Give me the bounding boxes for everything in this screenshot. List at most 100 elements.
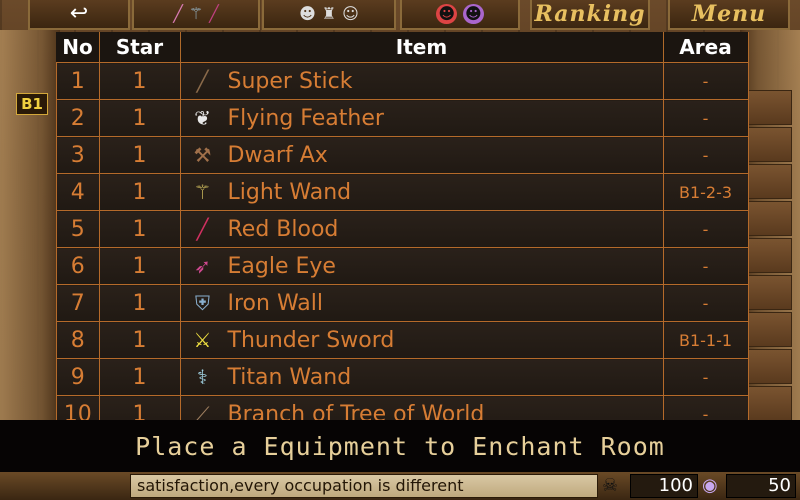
header-area[interactable]: Area [663,32,749,63]
sword-icon: ⚔ [193,328,212,352]
wand-icon: ⚚ [188,4,204,23]
row-star: 1 [98,136,181,174]
ranking-button[interactable]: Ranking [530,0,650,30]
row-star: 1 [98,321,181,359]
table-header-row: No Star Item Area [56,32,749,63]
frog-icon: ☺ [342,4,359,23]
header-no[interactable]: No [56,32,100,63]
row-star: 1 [98,247,181,285]
feather-icon: ❦ [194,106,211,130]
ranking-label: Ranking [534,1,646,27]
table-row[interactable]: 8 1 ⚔ Thunder Sword B1-1-1 [56,321,749,359]
slot [748,201,792,236]
table-row[interactable]: 9 1 ⚕ Titan Wand - [56,358,749,396]
item-name: Dwarf Ax [227,142,328,168]
slot [748,275,792,310]
row-area: B1-1-1 [662,321,749,359]
row-area: - [662,99,749,137]
item-name: Eagle Eye [227,253,336,279]
cat-filter-button[interactable]: ☻ ☻ [400,0,520,30]
row-item[interactable]: ⚔ Thunder Sword [179,321,664,359]
equipment-table: No Star Item Area 1 1 ╱ Super Stick -2 1 ❦ Flyi… [56,32,749,433]
header-star[interactable]: Star [99,32,181,63]
purple-orb-icon: ◉ [702,475,718,496]
row-area: - [662,358,749,396]
spear-icon: ╱ [196,217,209,241]
row-area: - [662,136,749,174]
status-bar: satisfaction,every occupation is differe… [0,472,800,500]
row-no: 7 [56,284,100,322]
robot-icon: ♜ [321,4,337,23]
back-button[interactable]: ↩ [28,0,130,30]
row-star: 1 [98,284,181,322]
row-area: B1-2-3 [662,173,749,211]
message-banner: Place a Equipment to Enchant Room [0,420,800,472]
item-name: Red Blood [227,216,339,242]
row-no: 9 [56,358,100,396]
row-item[interactable]: ➶ Eagle Eye [179,247,664,285]
table-row[interactable]: 3 1 ⚒ Dwarf Ax - [56,136,749,174]
stick-icon: ╱ [196,69,209,93]
table-row[interactable]: 6 1 ➶ Eagle Eye - [56,247,749,285]
row-item[interactable]: ⚚ Light Wand [179,173,664,211]
skull-crossbones-icon: ☠ [602,475,619,496]
axe-icon: ⚒ [193,143,212,167]
slot [748,349,792,384]
table-row[interactable]: 4 1 ⚚ Light Wand B1-2-3 [56,173,749,211]
table-row[interactable]: 2 1 ❦ Flying Feather - [56,99,749,137]
slot [748,127,792,162]
row-item[interactable]: ╱ Red Blood [179,210,664,248]
row-item[interactable]: ⚕ Titan Wand [179,358,664,396]
mana-counter: 50 [726,474,796,498]
row-star: 1 [98,99,181,137]
table-row[interactable]: 1 1 ╱ Super Stick - [56,62,749,100]
item-name: Super Stick [227,68,353,94]
row-star: 1 [98,173,181,211]
row-star: 1 [98,210,181,248]
wand-icon: ⚚ [193,180,212,204]
shield-icon: ⛨ [195,291,210,315]
item-name: Thunder Sword [227,327,395,353]
right-slot-column [748,90,792,423]
row-area: - [662,247,749,285]
item-name: Light Wand [227,179,352,205]
back-arrow-icon: ↩ [69,1,89,26]
row-item[interactable]: ❦ Flying Feather [179,99,664,137]
row-no: 1 [56,62,100,100]
left-parchment-panel [0,30,60,420]
table-row[interactable]: 7 1 ⛨ Iron Wall - [56,284,749,322]
ticker-text: satisfaction,every occupation is differe… [130,474,598,498]
floor-tag[interactable]: B1 [16,93,48,115]
row-item[interactable]: ╱ Super Stick [179,62,664,100]
slot [748,386,792,421]
banner-text: Place a Equipment to Enchant Room [135,431,665,461]
slot [748,164,792,199]
item-name: Iron Wall [227,290,324,316]
table-row[interactable]: 5 1 ╱ Red Blood - [56,210,749,248]
row-no: 6 [56,247,100,285]
spear-icon: ╱ [209,4,219,23]
top-toolbar: ↩ ╱ ⚚ ╱ ☻ ♜ ☺ ☻ ☻ Ranking Menu [0,0,800,32]
weapon-filter-button[interactable]: ╱ ⚚ ╱ [132,0,260,30]
slot [748,312,792,347]
header-item[interactable]: Item [180,32,664,63]
monster-filter-button[interactable]: ☻ ♜ ☺ [262,0,396,30]
row-no: 2 [56,99,100,137]
black-cat-icon: ☻ [436,4,457,24]
row-star: 1 [98,62,181,100]
purple-cat-icon: ☻ [463,4,484,24]
row-area: - [662,284,749,322]
row-no: 4 [56,173,100,211]
row-no: 8 [56,321,100,359]
menu-label: Menu [691,1,767,27]
gold-counter: 100 [630,474,698,498]
skull-cat-icon: ☻ [299,4,316,23]
item-name: Flying Feather [227,105,384,131]
menu-button[interactable]: Menu [668,0,790,30]
staff-icon: ⚕ [197,365,208,389]
slot [748,90,792,125]
row-item[interactable]: ⚒ Dwarf Ax [179,136,664,174]
row-no: 3 [56,136,100,174]
row-area: - [662,210,749,248]
row-item[interactable]: ⛨ Iron Wall [179,284,664,322]
